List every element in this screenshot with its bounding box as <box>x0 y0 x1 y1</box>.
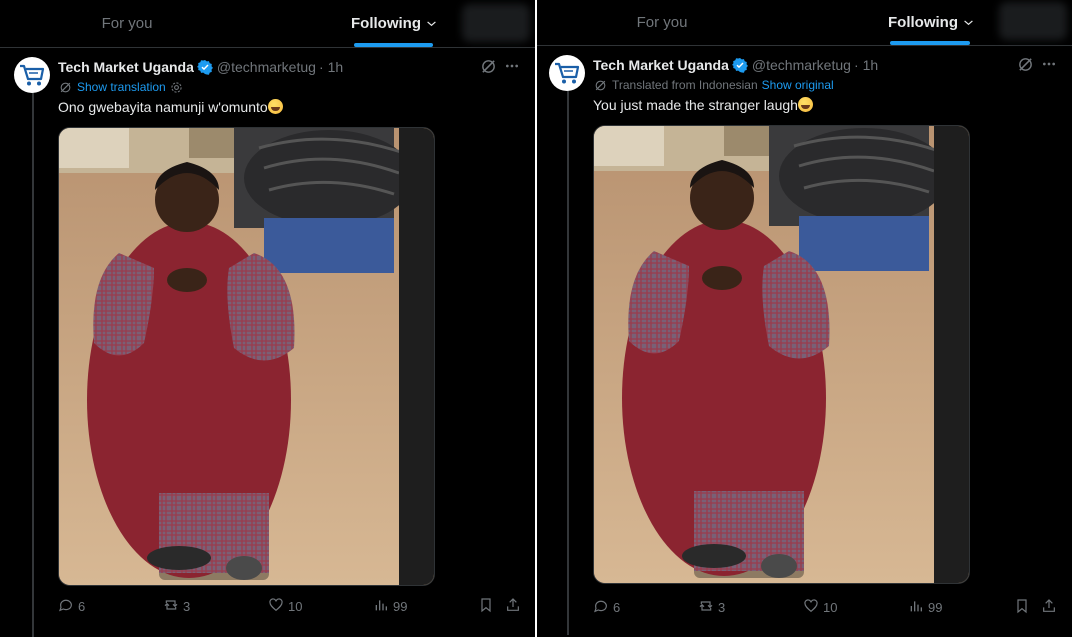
tab-active-indicator <box>890 41 970 45</box>
share-icon <box>1041 598 1057 617</box>
tab-following-label: Following <box>888 14 958 31</box>
like-button[interactable]: 10 <box>803 598 837 617</box>
repost-icon <box>163 597 179 616</box>
show-translation-link[interactable]: Show translation <box>77 80 166 94</box>
tab-following[interactable]: Following <box>320 0 468 47</box>
laughing-emoji-icon <box>267 99 283 114</box>
grok-icon[interactable] <box>480 58 497 75</box>
reply-button[interactable]: 6 <box>593 598 620 617</box>
user-handle[interactable]: @techmarketug <box>217 59 316 75</box>
post-header: Tech Market Uganda @techmarketug · 1h <box>593 56 878 74</box>
bookmark-icon <box>1014 598 1030 617</box>
photo-woman-in-red-coat <box>594 126 969 583</box>
display-name[interactable]: Tech Market Uganda <box>593 57 729 73</box>
post-header: Tech Market Uganda @techmarketug · 1h <box>58 58 343 76</box>
post-timestamp[interactable]: 1h <box>328 59 344 75</box>
grok-icon[interactable] <box>1017 56 1034 73</box>
repost-icon <box>698 598 714 617</box>
tab-for-you[interactable]: For you <box>44 0 210 47</box>
reply-button[interactable]: 6 <box>58 597 85 616</box>
reply-count: 6 <box>78 599 86 614</box>
tab-for-you-label: For you <box>636 14 688 31</box>
photo-woman-in-red-coat <box>59 128 434 585</box>
post-media-image[interactable] <box>593 125 970 584</box>
more-icon[interactable] <box>1041 56 1057 72</box>
more-icon[interactable] <box>504 58 520 74</box>
avatar[interactable] <box>549 55 585 91</box>
tab-for-you-label: For you <box>101 15 153 32</box>
views-button[interactable]: 99 <box>373 597 407 616</box>
thread-line <box>32 88 34 637</box>
separator-dot: · <box>853 57 859 73</box>
verified-badge-icon[interactable] <box>731 57 748 73</box>
post-media-image[interactable] <box>58 127 435 586</box>
user-handle[interactable]: @techmarketug <box>752 57 851 73</box>
translation-row: Translated from Indonesian Show original <box>594 77 834 93</box>
repost-count: 3 <box>718 600 726 615</box>
shopping-cart-logo-icon <box>20 64 45 86</box>
views-count: 99 <box>393 599 408 614</box>
chevron-down-icon <box>963 17 974 28</box>
share-button[interactable] <box>1041 598 1057 617</box>
timeline-panel-translated: For you Following Tech Market Uganda @te… <box>537 0 1072 637</box>
repost-button[interactable]: 3 <box>698 598 725 617</box>
tab-following-label: Following <box>351 15 421 32</box>
like-count: 10 <box>823 600 838 615</box>
tab-following[interactable]: Following <box>857 0 1005 45</box>
share-icon <box>505 597 521 616</box>
like-icon <box>803 598 819 617</box>
shopping-cart-logo-icon <box>555 62 580 84</box>
post-actions: 6 3 10 99 <box>0 594 535 616</box>
translate-icon <box>594 79 607 92</box>
post-text-content: You just made the stranger laugh <box>593 97 798 113</box>
views-button[interactable]: 99 <box>908 598 942 617</box>
bookmark-button[interactable] <box>1014 598 1030 617</box>
like-icon <box>268 597 284 616</box>
like-count: 10 <box>288 599 303 614</box>
translate-icon <box>59 81 72 94</box>
views-count: 99 <box>928 600 943 615</box>
post-timestamp[interactable]: 1h <box>863 57 879 73</box>
repost-button[interactable]: 3 <box>163 597 190 616</box>
chevron-down-icon <box>426 18 437 29</box>
share-button[interactable] <box>505 597 521 616</box>
like-button[interactable]: 10 <box>268 597 302 616</box>
blurred-header-element <box>462 4 530 42</box>
gear-icon[interactable] <box>170 81 183 94</box>
blurred-header-element <box>999 2 1067 40</box>
verified-badge-icon[interactable] <box>196 59 213 75</box>
show-original-link[interactable]: Show original <box>762 78 834 92</box>
repost-count: 3 <box>183 599 191 614</box>
reply-count: 6 <box>613 600 621 615</box>
post-text: You just made the stranger laugh <box>593 97 813 113</box>
post-actions: 6 3 10 99 <box>537 595 1072 617</box>
tab-active-indicator <box>354 43 433 47</box>
avatar[interactable] <box>14 57 50 93</box>
translated-from-note: Translated from Indonesian <box>612 78 758 92</box>
bookmark-icon <box>478 597 494 616</box>
thread-line <box>567 86 569 635</box>
post-text: Ono gwebayita namunji w'omunto <box>58 99 283 115</box>
laughing-emoji-icon <box>797 97 813 112</box>
separator-dot: · <box>318 59 324 75</box>
reply-icon <box>593 598 609 617</box>
post[interactable]: Tech Market Uganda @techmarketug · 1h Tr… <box>537 46 1072 635</box>
reply-icon <box>58 597 74 616</box>
post[interactable]: Tech Market Uganda @techmarketug · 1h Sh… <box>0 48 535 637</box>
timeline-tabbar: For you Following <box>0 0 535 48</box>
bookmark-button[interactable] <box>478 597 494 616</box>
display-name[interactable]: Tech Market Uganda <box>58 59 194 75</box>
views-icon <box>908 598 924 617</box>
translation-row: Show translation <box>59 79 183 95</box>
post-text-content: Ono gwebayita namunji w'omunto <box>58 99 268 115</box>
timeline-tabbar: For you Following <box>537 0 1072 46</box>
tab-for-you[interactable]: For you <box>579 0 745 45</box>
timeline-panel-original: For you Following Tech Market Uganda @te… <box>0 0 535 637</box>
views-icon <box>373 597 389 616</box>
